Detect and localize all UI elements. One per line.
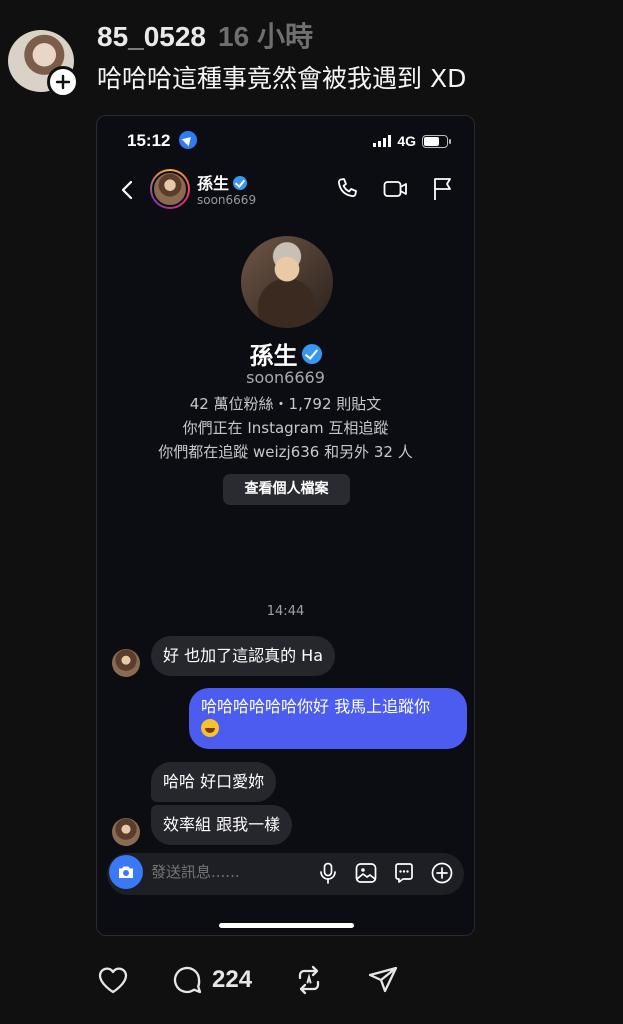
reply-count: 224 [212, 966, 253, 993]
heart-icon [98, 967, 128, 994]
post-time-ago: 16 小時 [218, 22, 313, 52]
outgoing-message-text: 哈哈哈哈哈哈你好 我馬上追蹤你 [201, 697, 431, 716]
profile-name: 孫生 [249, 342, 298, 370]
profile-followed-by: 你們都在追蹤 weizj636 和另外 32 人 [158, 443, 413, 461]
back-chevron-icon[interactable] [117, 178, 139, 202]
attached-screenshot[interactable]: 15:12 4G 孫生 soon6669 孫生 soon6669 42 萬位粉絲… [96, 115, 475, 936]
profile-handle: soon6669 [246, 368, 325, 387]
follow-button[interactable] [47, 66, 79, 98]
rofl-emoji-icon [201, 719, 219, 737]
camera-icon [119, 866, 133, 878]
status-bar: 15:12 4G [127, 131, 451, 153]
home-indicator [219, 923, 354, 928]
incoming-message[interactable]: 哈哈 好口愛妳 [151, 762, 277, 802]
repost-button[interactable] [292, 963, 326, 997]
outgoing-message[interactable]: 哈哈哈哈哈哈你好 我馬上追蹤你 [189, 688, 467, 749]
repost-icon [298, 965, 320, 995]
status-time: 15:12 [127, 131, 171, 150]
reply-button[interactable]: 224 [170, 963, 252, 997]
message-composer [107, 853, 464, 895]
profile-name-row: 孫生 [97, 336, 474, 371]
verified-icon [301, 344, 322, 364]
message-avatar[interactable] [112, 649, 140, 677]
image-icon[interactable] [354, 861, 378, 885]
verified-icon [233, 176, 248, 190]
location-arrow-icon [178, 131, 197, 149]
profile-stats: 42 萬位粉絲・1,792 則貼文 [189, 395, 382, 413]
contact-avatar[interactable] [150, 169, 190, 209]
signal-icon [373, 135, 392, 147]
share-button[interactable] [366, 963, 400, 997]
comment-icon [173, 966, 202, 994]
view-profile-button[interactable]: 查看個人檔案 [223, 474, 350, 505]
post-actions: 224 [96, 960, 440, 1000]
incoming-message[interactable]: 好 也加了這認真的 Ha [151, 636, 336, 676]
profile-avatar[interactable] [241, 236, 333, 328]
contact-handle: soon6669 [197, 193, 257, 207]
video-icon[interactable] [382, 176, 408, 202]
phone-icon[interactable] [334, 176, 360, 202]
sticker-icon[interactable] [392, 861, 416, 885]
profile-mutual-follow: 你們正在 Instagram 互相追蹤 [182, 419, 389, 437]
author-username-row: 85_0528 16 小時 [97, 22, 313, 54]
message-time-divider: 14:44 [266, 604, 305, 619]
author-username[interactable]: 85_0528 [97, 22, 206, 52]
message-avatar[interactable] [112, 818, 140, 846]
plus-icon [55, 74, 71, 90]
post-text: 哈哈哈這種事竟然會被我遇到 XD [97, 64, 467, 93]
battery-icon [422, 134, 451, 148]
contact-name-row[interactable]: 孫生 [197, 170, 248, 194]
microphone-icon[interactable] [316, 861, 340, 885]
camera-button[interactable] [109, 855, 143, 889]
chat-header: 孫生 soon6669 [97, 166, 474, 216]
incoming-message[interactable]: 效率組 跟我一樣 [151, 805, 293, 845]
network-label: 4G [397, 133, 416, 149]
share-icon [368, 966, 398, 993]
message-input[interactable] [151, 863, 291, 881]
contact-name: 孫生 [197, 174, 230, 193]
add-icon[interactable] [430, 861, 454, 885]
like-button[interactable] [96, 963, 130, 997]
battery-level [424, 136, 440, 146]
flag-icon[interactable] [430, 176, 456, 202]
